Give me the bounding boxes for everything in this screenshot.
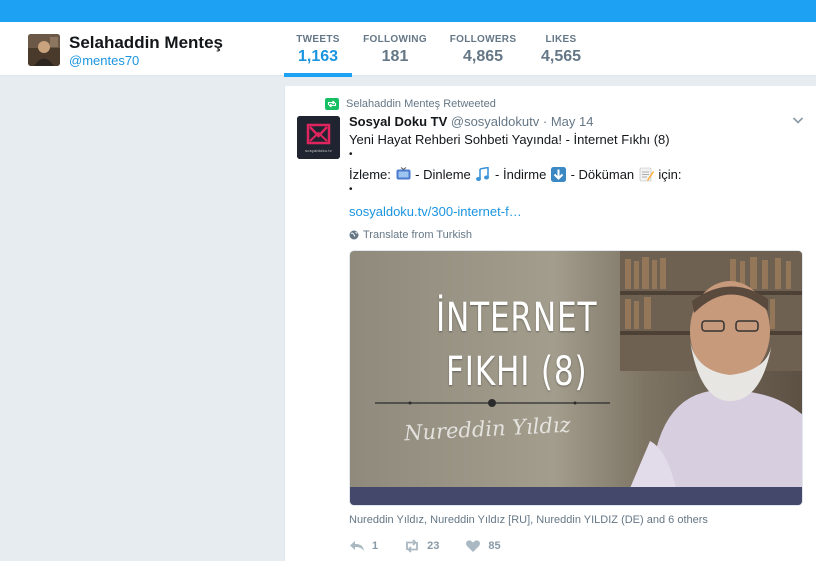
stat-followers-value: 4,865 [462, 48, 504, 65]
down-arrow-emoji-icon [550, 167, 566, 182]
indirme-text: - İndirme [495, 167, 547, 182]
media-credits[interactable]: Nureddin Yıldız, Nureddin Yıldız [RU], N… [349, 514, 708, 526]
memo-emoji-icon [639, 167, 654, 182]
stat-tweets[interactable]: TWEETS 1,163 [284, 22, 352, 77]
tweet-header: Sosyal Doku TV @sosyaldokutv · May 14 [349, 114, 593, 129]
dokuman-text: - Döküman [570, 167, 635, 182]
reply-button[interactable]: 1 [349, 539, 378, 553]
stat-followers-label: FOLLOWERS [449, 34, 517, 45]
media-title-line-2: FIKHI (8) [446, 349, 588, 395]
like-count: 85 [488, 540, 501, 552]
music-notes-emoji-icon [476, 167, 490, 181]
like-icon [466, 540, 481, 552]
stat-following[interactable]: FOLLOWING 181 [360, 22, 430, 76]
tweet-separator: · [542, 114, 548, 129]
retweet-context-text[interactable]: Selahaddin Menteş Retweeted [346, 98, 496, 110]
tweet-bullet-1: • [349, 149, 353, 160]
profile-nav: Selahaddin Menteş @mentes70 TWEETS 1,163… [0, 22, 816, 77]
media-card[interactable]: İNTERNET FIKHI (8) Nureddin Yıldız [349, 250, 803, 506]
media-title-line-1: İNTERNET [436, 295, 598, 341]
dinleme-text: - Dinleme [415, 167, 471, 182]
tv-emoji-icon [396, 167, 411, 180]
translate-link[interactable]: Translate from Turkish [349, 229, 472, 241]
tweet-link[interactable]: sosyaldoku.tv/300-internet-f… [349, 204, 522, 219]
reply-icon [350, 541, 364, 551]
stat-likes-value: 4,565 [540, 48, 582, 65]
stat-following-value: 181 [381, 48, 409, 65]
tweet-author-name[interactable]: Sosyal Doku TV [349, 114, 447, 129]
stat-tweets-label: TWEETS [296, 34, 340, 45]
tweet-author-handle[interactable]: @sosyaldokutv [451, 114, 539, 129]
retweet-context: Selahaddin Menteş Retweeted [325, 98, 496, 110]
tweet-timestamp[interactable]: May 14 [551, 114, 594, 129]
retweet-icon [325, 98, 339, 110]
tweet-text-line-1: Yeni Hayat Rehberi Sohbeti Yayında! - İn… [349, 132, 670, 147]
caret-down-icon[interactable] [792, 114, 804, 126]
tweet-text-line-2: İzleme: - Dinleme - İndirme - Döküman iç… [349, 167, 682, 182]
icin-text: için: [658, 167, 682, 182]
profile-cover-strip [0, 0, 816, 22]
stat-following-label: FOLLOWING [363, 34, 427, 45]
timeline: Selahaddin Menteş Retweeted sosyaldoku.t… [284, 86, 816, 561]
stat-likes-label: LIKES [545, 34, 577, 45]
stat-likes[interactable]: LIKES 4,565 [530, 22, 592, 76]
author-avatar-brand: sosyaldoku.tv [305, 148, 332, 153]
stat-tweets-value: 1,163 [297, 48, 339, 65]
retweet-count: 23 [427, 540, 440, 552]
profile-name[interactable]: Selahaddin Menteş [69, 33, 223, 53]
stat-followers[interactable]: FOLLOWERS 4,865 [446, 22, 520, 76]
profile-handle[interactable]: @mentes70 [69, 53, 139, 68]
tweet-bullet-2: • [349, 184, 353, 195]
izleme-text: İzleme: [349, 167, 391, 182]
translate-text: Translate from Turkish [363, 229, 473, 241]
retweet-icon [406, 539, 419, 553]
like-button[interactable]: 85 [465, 539, 501, 553]
tweet-actions: 1 23 85 [349, 538, 527, 554]
globe-icon [349, 230, 359, 240]
left-sidebar [0, 77, 284, 561]
profile-avatar[interactable] [28, 34, 60, 66]
author-avatar[interactable]: sosyaldoku.tv [297, 116, 340, 159]
reply-count: 1 [372, 540, 379, 552]
retweet-button[interactable]: 23 [404, 539, 439, 553]
